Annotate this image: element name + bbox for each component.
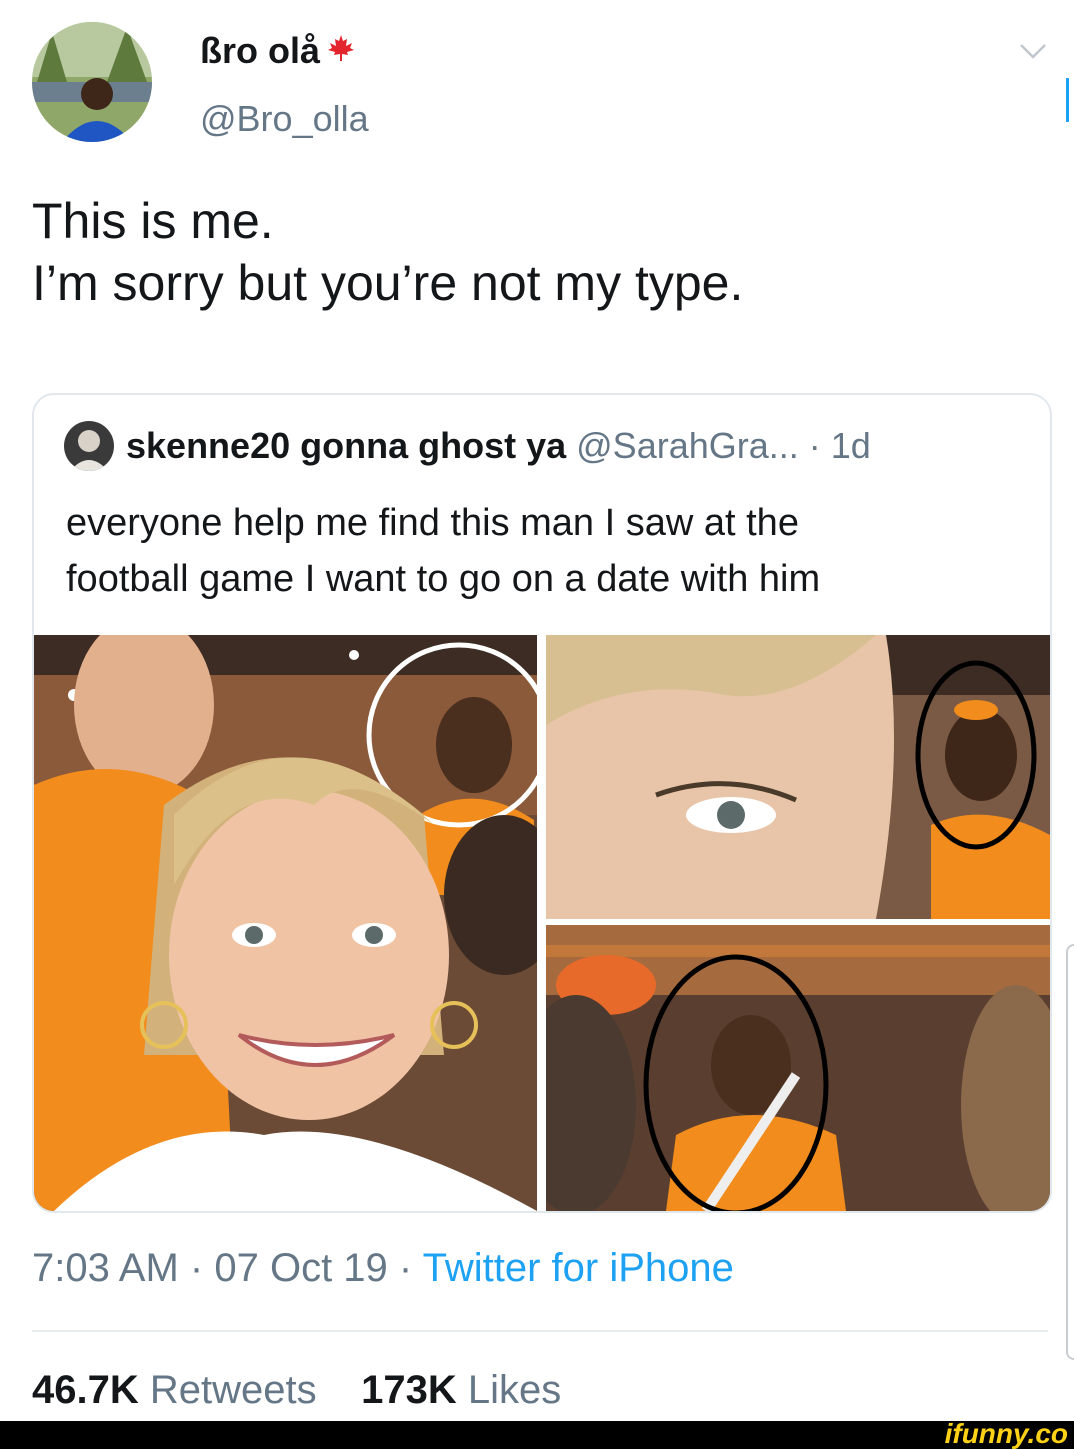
author-name[interactable]: ßro olå bbox=[200, 30, 356, 72]
likes-stat[interactable]: 173K Likes bbox=[361, 1368, 561, 1412]
tweet-line: I’m sorry but you’re not my type. bbox=[32, 255, 744, 311]
meta-separator: · bbox=[398, 1246, 413, 1290]
tweet-time: 7:03 AM bbox=[32, 1246, 179, 1290]
chevron-down-icon[interactable] bbox=[1018, 40, 1048, 62]
quoted-tweet-text: everyone help me find this man I saw at … bbox=[66, 495, 1026, 607]
scroll-indicator bbox=[1066, 78, 1069, 122]
tweet-meta: 7:03 AM · 07 Oct 19 · Twitter for iPhone bbox=[32, 1246, 734, 1291]
display-name-text: ßro olå bbox=[200, 30, 321, 71]
quoted-header: skenne20 gonna ghost ya @SarahGra... · 1… bbox=[126, 425, 871, 467]
tweet-text: This is me. I’m sorry but you’re not my … bbox=[32, 190, 743, 314]
photo-orange-polo[interactable] bbox=[546, 925, 1050, 1211]
maple-leaf-icon bbox=[326, 30, 356, 72]
tweet-date: 07 Oct 19 bbox=[214, 1246, 388, 1290]
quoted-time: · 1d bbox=[808, 425, 871, 466]
quoted-author-name[interactable]: skenne20 gonna ghost ya bbox=[126, 425, 566, 466]
quoted-author-avatar bbox=[64, 421, 114, 471]
author-handle[interactable]: @Bro_olla bbox=[200, 98, 369, 140]
photo-selfie[interactable] bbox=[34, 635, 537, 1211]
tweet-stats: 46.7K Retweets 173K Likes bbox=[32, 1368, 561, 1413]
quoted-tweet-card[interactable]: skenne20 gonna ghost ya @SarahGra... · 1… bbox=[32, 393, 1052, 1213]
quoted-line: everyone help me find this man I saw at … bbox=[66, 502, 799, 544]
quoted-author-handle[interactable]: @SarahGra... bbox=[576, 425, 799, 466]
likes-count: 173K bbox=[361, 1368, 457, 1412]
watermark: ifunny.co bbox=[944, 1418, 1068, 1449]
tweet-line: This is me. bbox=[32, 193, 274, 249]
tweet-source-link[interactable]: Twitter for iPhone bbox=[423, 1246, 734, 1290]
retweets-count: 46.7K bbox=[32, 1368, 139, 1412]
footer-bar bbox=[0, 1421, 1074, 1449]
scroll-edge bbox=[1066, 944, 1074, 1360]
retweets-label: Retweets bbox=[149, 1368, 317, 1412]
meta-separator: · bbox=[189, 1246, 204, 1290]
quoted-line: football game I want to go on a date wit… bbox=[66, 558, 821, 600]
likes-label: Likes bbox=[467, 1368, 562, 1412]
author-avatar[interactable] bbox=[32, 22, 152, 142]
photo-closeup[interactable] bbox=[546, 635, 1050, 919]
divider bbox=[32, 1330, 1048, 1332]
retweets-stat[interactable]: 46.7K Retweets bbox=[32, 1368, 317, 1412]
